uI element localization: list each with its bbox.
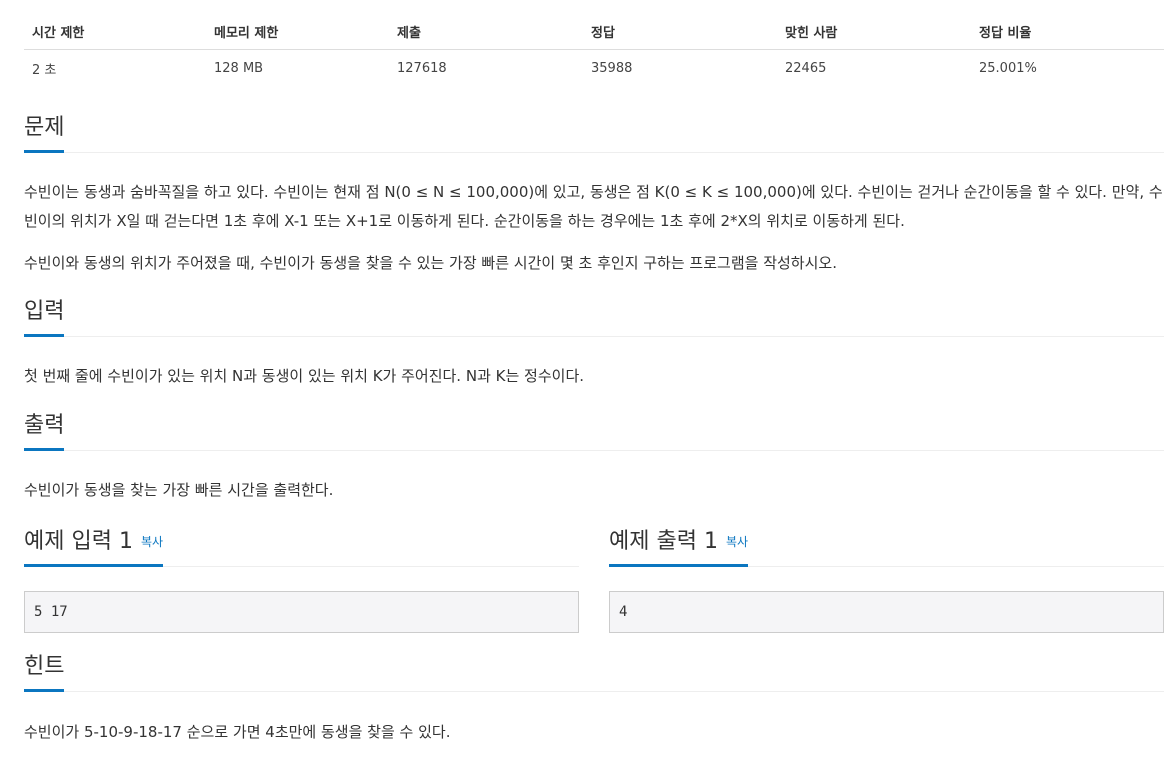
stats-value-submissions: 127618 xyxy=(397,60,447,76)
problem-description-2: 수빈이와 동생의 위치가 주어졌을 때, 수빈이가 동생을 찾을 수 있는 가장… xyxy=(24,254,837,272)
sample-input-header: 예제 입력 1 복사 xyxy=(24,528,579,567)
problem-stats-table: 시간 제한 메모리 제한 제출 정답 맞힌 사람 정답 비율 2 초 128 M… xyxy=(24,14,1164,86)
sample-output-title: 예제 출력 1 복사 xyxy=(609,528,749,567)
hint-section-header: 힌트 xyxy=(24,653,1164,692)
sample-input-title: 예제 입력 1 복사 xyxy=(24,528,164,567)
stats-header-memory-limit: 메모리 제한 xyxy=(214,26,279,41)
problem-title: 문제 xyxy=(24,114,65,153)
stats-header-accepted: 정답 xyxy=(591,26,615,41)
output-section-header: 출력 xyxy=(24,412,1164,451)
copy-sample-input-button[interactable]: 복사 xyxy=(141,535,163,549)
sample-input-title-text: 예제 입력 1 xyxy=(24,529,133,554)
output-description: 수빈이가 동생을 찾는 가장 빠른 시간을 출력한다. xyxy=(24,481,334,499)
problem-section-header: 문제 xyxy=(24,114,1164,153)
stats-header-row: 시간 제한 메모리 제한 제출 정답 맞힌 사람 정답 비율 xyxy=(24,14,1164,50)
hint-title: 힌트 xyxy=(24,653,65,692)
copy-sample-output-button[interactable]: 복사 xyxy=(726,535,748,549)
problem-description-1: 수빈이는 동생과 숨바꼭질을 하고 있다. 수빈이는 현재 점 N(0 ≤ N … xyxy=(24,183,1163,230)
input-title: 입력 xyxy=(24,298,65,337)
input-description: 첫 번째 줄에 수빈이가 있는 위치 N과 동생이 있는 위치 K가 주어진다.… xyxy=(24,367,585,385)
stats-header-solved-users: 맞힌 사람 xyxy=(785,26,838,41)
sample-output-title-text: 예제 출력 1 xyxy=(609,529,718,554)
sample-output-header: 예제 출력 1 복사 xyxy=(609,528,1164,567)
problem-page: 시간 제한 메모리 제한 제출 정답 맞힌 사람 정답 비율 2 초 128 M… xyxy=(0,0,1167,759)
stats-value-time-limit: 2 초 xyxy=(32,62,57,78)
stats-value-row: 2 초 128 MB 127618 35988 22465 25.001% xyxy=(24,50,1164,86)
sample-input-box[interactable]: 5 17 xyxy=(24,591,579,633)
stats-header-time-limit: 시간 제한 xyxy=(32,26,85,41)
stats-header-submissions: 제출 xyxy=(397,26,421,41)
stats-value-accepted: 35988 xyxy=(591,60,633,76)
hint-description: 수빈이가 5-10-9-18-17 순으로 가면 4초만에 동생을 찾을 수 있… xyxy=(24,723,451,741)
stats-header-accept-ratio: 정답 비율 xyxy=(979,26,1032,41)
stats-value-memory-limit: 128 MB xyxy=(214,60,264,76)
stats-value-solved-users: 22465 xyxy=(785,60,827,76)
output-title: 출력 xyxy=(24,412,65,451)
stats-value-accept-ratio: 25.001% xyxy=(979,60,1037,76)
input-section-header: 입력 xyxy=(24,298,1164,337)
sample-output-box[interactable]: 4 xyxy=(609,591,1164,633)
